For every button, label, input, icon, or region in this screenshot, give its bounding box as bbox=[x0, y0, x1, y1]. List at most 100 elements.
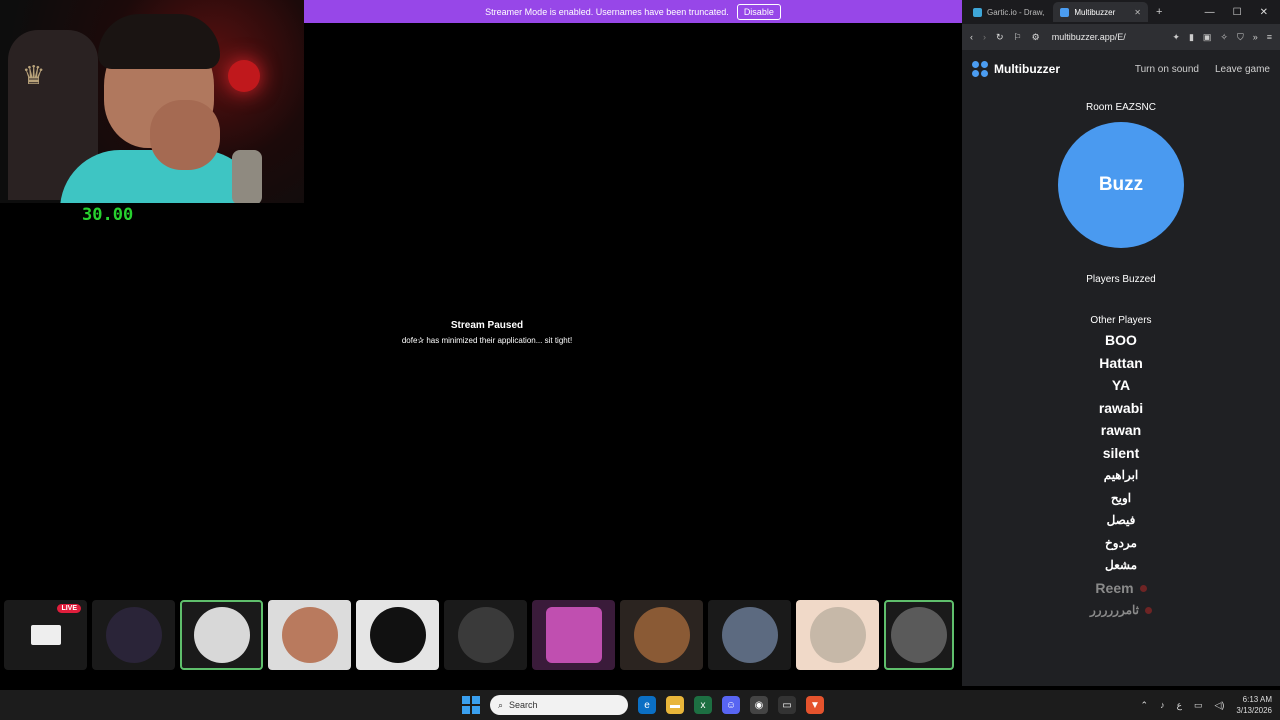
other-players-heading: Other Players bbox=[1090, 315, 1152, 326]
url-field[interactable]: multibuzzer.app/E/ bbox=[1052, 32, 1126, 42]
extensions-icon[interactable]: ✦ bbox=[1172, 32, 1180, 43]
participant-tile[interactable] bbox=[356, 600, 439, 670]
multibuzzer-page: Multibuzzer Turn on sound Leave game Roo… bbox=[962, 50, 1280, 686]
brave-icon[interactable]: ▼ bbox=[806, 696, 824, 714]
participant-tile[interactable] bbox=[708, 600, 791, 670]
tab-title: Gartic.io - Draw, bbox=[987, 7, 1045, 17]
room-code: Room EAZSNC bbox=[1085, 102, 1156, 113]
participant-tile-speaking[interactable] bbox=[180, 600, 263, 670]
start-icon[interactable] bbox=[462, 696, 480, 714]
back-icon[interactable]: ‹ bbox=[970, 32, 973, 42]
reload-icon[interactable]: ↻ bbox=[996, 32, 1004, 43]
player-name: rawabi bbox=[1098, 399, 1144, 416]
browser-window: Gartic.io - Draw, Multibuzzer ✕ + — ☐ ✕ … bbox=[962, 0, 1280, 686]
stream-paused-title: Stream Paused bbox=[450, 320, 524, 331]
excel-icon[interactable]: x bbox=[694, 696, 712, 714]
avatar bbox=[809, 607, 866, 663]
screen-share-icon bbox=[30, 625, 61, 645]
new-tab-icon[interactable]: + bbox=[1156, 6, 1162, 18]
header-nav: Turn on sound Leave game bbox=[1135, 64, 1270, 75]
avatar bbox=[891, 607, 947, 663]
avatar bbox=[281, 607, 338, 663]
disable-button[interactable]: Disable bbox=[736, 3, 781, 20]
search-icon: ⌕ bbox=[498, 699, 504, 710]
player-offline: ثامرررررر bbox=[962, 599, 1280, 622]
tab-gartic[interactable]: Gartic.io - Draw, bbox=[966, 2, 1051, 22]
player-name: Hattan bbox=[1099, 354, 1143, 371]
player-name: فيصل bbox=[1106, 513, 1136, 527]
participant-tile-speaking[interactable] bbox=[884, 600, 954, 670]
offline-indicator-icon bbox=[1139, 585, 1147, 593]
tab-title: Multibuzzer bbox=[1074, 7, 1116, 17]
avatar bbox=[369, 607, 426, 663]
turn-on-sound-link[interactable]: Turn on sound bbox=[1135, 64, 1199, 75]
streamer-mode-text: Streamer Mode is enabled. Usernames have… bbox=[485, 6, 729, 17]
buzz-button[interactable]: Buzz bbox=[1058, 122, 1184, 248]
avatar bbox=[721, 607, 778, 663]
volume-icon[interactable]: ◁) bbox=[1214, 700, 1224, 711]
toolbar-icons: ✦ ▮ ▣ ✧ ⛉ » ≡ bbox=[1172, 32, 1272, 43]
microphone bbox=[232, 150, 262, 203]
offline-indicator-icon bbox=[1145, 607, 1153, 615]
ai-icon[interactable]: ✧ bbox=[1220, 32, 1228, 43]
taskbar-apps: ⌕ Search e ▬ x ☺ ◉ ▭ ▼ bbox=[462, 695, 824, 715]
obs-icon[interactable]: ◉ bbox=[750, 696, 768, 714]
forward-icon[interactable]: › bbox=[983, 32, 986, 42]
avatar bbox=[105, 607, 162, 663]
address-bar: ‹ › ↻ ⚐ ⚙ multibuzzer.app/E/ ✦ ▮ ▣ ✧ ⛉ »… bbox=[962, 24, 1280, 50]
date: 3/13/2026 bbox=[1236, 706, 1272, 715]
system-tray: ⌃ ♪ ع ▭ ◁) 6:13 AM 3/13/2026 bbox=[1141, 694, 1272, 716]
clock[interactable]: 6:13 AM 3/13/2026 bbox=[1236, 694, 1272, 716]
player-name: rawan bbox=[1100, 422, 1142, 438]
players-buzzed-heading: Players Buzzed bbox=[1086, 274, 1156, 285]
crown-icon: ♛ bbox=[22, 60, 46, 90]
wallet-icon[interactable]: ▣ bbox=[1203, 32, 1212, 43]
close-tab-icon[interactable]: ✕ bbox=[1134, 8, 1141, 17]
close-window-icon[interactable]: ✕ bbox=[1260, 7, 1268, 18]
discord-icon[interactable]: ☺ bbox=[722, 696, 740, 714]
participant-tile[interactable] bbox=[92, 600, 175, 670]
player-name: BOO bbox=[1105, 332, 1137, 348]
avatar bbox=[457, 607, 514, 663]
mic-icon[interactable]: ♪ bbox=[1160, 700, 1165, 710]
player-name: Reem bbox=[1095, 579, 1134, 596]
leave-game-link[interactable]: Leave game bbox=[1215, 64, 1270, 75]
terminal-icon[interactable]: ▭ bbox=[778, 696, 796, 714]
player-name: مردوخ bbox=[1105, 535, 1137, 550]
avatar bbox=[545, 607, 602, 663]
sidebar-icon[interactable]: ▮ bbox=[1189, 32, 1194, 43]
player-name: ثامرررررر bbox=[1089, 603, 1140, 617]
bookmark-icon[interactable]: ⚐ bbox=[1014, 32, 1022, 43]
site-settings-icon[interactable]: ⚙ bbox=[1032, 32, 1040, 43]
tab-bar: Gartic.io - Draw, Multibuzzer ✕ + — ☐ ✕ bbox=[962, 0, 1280, 24]
more-icon[interactable]: » bbox=[1253, 32, 1258, 43]
participant-strip: LIVE bbox=[4, 600, 954, 670]
live-badge: LIVE bbox=[57, 604, 81, 613]
tab-multibuzzer[interactable]: Multibuzzer ✕ bbox=[1053, 2, 1148, 22]
taskbar-search[interactable]: ⌕ Search bbox=[490, 695, 628, 715]
participant-tile-live[interactable]: LIVE bbox=[4, 600, 87, 670]
participant-tile[interactable] bbox=[444, 600, 527, 670]
file-explorer-icon[interactable]: ▬ bbox=[666, 696, 684, 714]
participant-tile[interactable] bbox=[796, 600, 879, 670]
minimize-icon[interactable]: — bbox=[1205, 7, 1215, 18]
countdown-timer: 30.00 bbox=[82, 205, 134, 225]
participant-tile[interactable] bbox=[268, 600, 351, 670]
player-list: BOO Hattan YA rawabi rawan silent ابراهي… bbox=[962, 329, 1280, 622]
tray-chevron-icon[interactable]: ⌃ bbox=[1141, 700, 1149, 711]
taskbar: ⌕ Search e ▬ x ☺ ◉ ▭ ▼ ⌃ ♪ ع ▭ ◁) 6:13 A… bbox=[0, 690, 1280, 720]
player-name: مشعل bbox=[1104, 558, 1137, 572]
edge-icon[interactable]: e bbox=[638, 696, 656, 714]
shield-icon[interactable]: ⛉ bbox=[1237, 32, 1244, 43]
network-icon[interactable]: ▭ bbox=[1194, 700, 1203, 711]
window-controls: — ☐ ✕ bbox=[1205, 7, 1280, 18]
maximize-icon[interactable]: ☐ bbox=[1233, 7, 1242, 18]
language-indicator[interactable]: ع bbox=[1177, 700, 1182, 711]
player-name: ابراهيم bbox=[1103, 468, 1139, 482]
participant-tile[interactable] bbox=[532, 600, 615, 670]
red-lamp bbox=[228, 60, 260, 92]
avatar bbox=[633, 607, 690, 663]
streamer-mode-banner: Streamer Mode is enabled. Usernames have… bbox=[304, 0, 962, 23]
participant-tile[interactable] bbox=[620, 600, 703, 670]
menu-icon[interactable]: ≡ bbox=[1267, 32, 1272, 43]
